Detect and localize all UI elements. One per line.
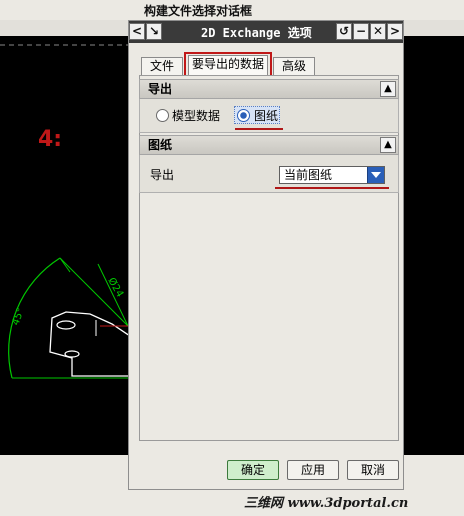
export-group-header[interactable]: 导出 ▲	[139, 79, 399, 99]
export-drawing-select-value: 当前图纸	[284, 168, 333, 182]
background-right-area	[402, 36, 464, 455]
drawing-group-title: 图纸	[148, 138, 173, 152]
export-field-label: 导出	[150, 168, 175, 182]
step-label: 4:	[38, 127, 62, 152]
watermark: 三维网 www.3dportal.cn	[244, 496, 409, 511]
back-arrow-icon[interactable]: <	[129, 23, 145, 40]
radio-model-data-label[interactable]: 模型数据	[172, 107, 220, 124]
drawing-underline-annotation	[235, 128, 283, 130]
minimize-icon[interactable]: −	[353, 23, 369, 40]
export-options-dialog: < ↘ 2D Exchange 选项 ↺ − ✕ > 文件 要导出的数据 高级 …	[128, 20, 404, 490]
tab-highlight-annotation	[184, 52, 272, 77]
diameter-leader-line	[97, 263, 129, 327]
diameter-dimension-text: Ø24	[105, 276, 126, 300]
pin-arrow-icon[interactable]: ↘	[146, 23, 162, 40]
reset-icon[interactable]: ↺	[336, 23, 352, 40]
part-hole-bottom	[64, 350, 80, 358]
leader-line	[59, 257, 71, 273]
chevron-down-icon[interactable]	[367, 167, 384, 183]
radio-drawing[interactable]	[237, 109, 250, 122]
angle-dimension-text: 45°	[10, 307, 26, 327]
export-group-title: 导出	[148, 82, 173, 96]
tab-file[interactable]: 文件	[141, 57, 183, 75]
collapse-up-icon[interactable]: ▲	[380, 137, 396, 153]
ok-button[interactable]: 确定	[227, 460, 279, 480]
select-underline-annotation	[275, 187, 389, 189]
part-hole-top	[56, 320, 76, 330]
background-window-title: 构建文件选择对话框	[144, 4, 253, 18]
dialog-title: 2D Exchange 选项	[201, 26, 312, 40]
apply-button[interactable]: 应用	[287, 460, 339, 480]
export-drawing-select[interactable]: 当前图纸	[279, 166, 385, 184]
drawing-group-header[interactable]: 图纸 ▲	[139, 135, 399, 155]
cancel-button[interactable]: 取消	[347, 460, 399, 480]
background-window-titlebar: 构建文件选择对话框	[0, 0, 464, 21]
tab-advanced[interactable]: 高级	[273, 57, 315, 75]
cad-drawing-canvas: 4: 45° Ø24	[0, 44, 140, 379]
close-icon[interactable]: ✕	[370, 23, 386, 40]
dialog-titlebar: < ↘ 2D Exchange 选项 ↺ − ✕ >	[129, 21, 403, 43]
radio-model-data[interactable]	[156, 109, 169, 122]
expand-arrow-icon[interactable]: >	[387, 23, 403, 40]
collapse-up-icon[interactable]: ▲	[380, 81, 396, 97]
radio-drawing-label[interactable]: 图纸	[254, 107, 278, 124]
